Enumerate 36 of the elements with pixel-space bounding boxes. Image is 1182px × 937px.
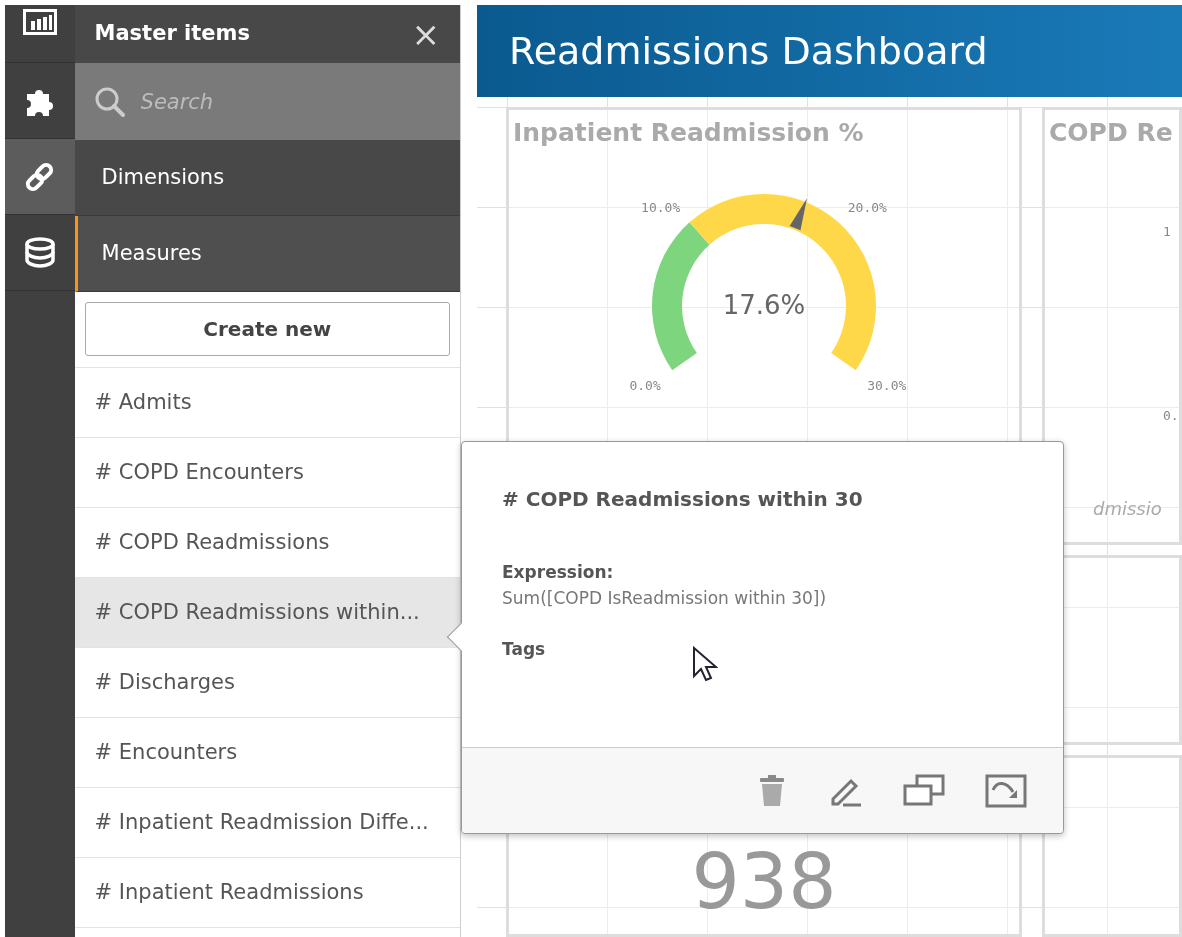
- axis-label: 1: [1163, 223, 1171, 241]
- chart-subtitle: dmissio: [1093, 497, 1162, 521]
- chart-title: Inpatient Readmission %: [512, 117, 865, 149]
- chart-icon: [22, 9, 57, 35]
- measure-item[interactable]: # Encounters: [74, 718, 460, 788]
- delete-button[interactable]: [757, 774, 787, 807]
- search-field[interactable]: Search: [74, 63, 460, 140]
- measure-item[interactable]: # COPD Readmissions within...: [74, 578, 460, 648]
- expression-text: Sum([COPD IsReadmission within 30]): [502, 586, 828, 610]
- measure-item[interactable]: # COPD Encounters: [74, 438, 460, 508]
- database-icon: [22, 235, 57, 270]
- section-tab[interactable]: Measures: [74, 216, 460, 292]
- duplicate-button[interactable]: [903, 773, 945, 808]
- measure-item[interactable]: # Discharges: [74, 648, 460, 718]
- gauge-tick-label: 30.0%: [867, 377, 907, 393]
- gauge-tick-label: 20.0%: [847, 199, 887, 215]
- cursor-icon: [692, 646, 718, 682]
- chart-title: COPD Re: [1048, 117, 1174, 149]
- measure-item[interactable]: # Inpatient Readmissions: [74, 858, 460, 928]
- gauge-tick-label: 10.0%: [641, 199, 681, 215]
- search-input[interactable]: Search: [138, 63, 442, 140]
- panel-title: Master items: [94, 20, 250, 48]
- close-button[interactable]: ×: [411, 17, 440, 51]
- tags-label: Tags: [502, 638, 547, 661]
- measure-item[interactable]: # Inpatient Readmission Diffe...: [74, 788, 460, 858]
- export-button[interactable]: [985, 773, 1027, 808]
- dashboard-title: Readmissions Dashboard: [477, 5, 1182, 97]
- kpi-value: 938: [691, 844, 837, 920]
- popover-title: # COPD Readmissions within 30: [502, 486, 864, 513]
- create-new-button[interactable]: Create new: [84, 302, 450, 356]
- gauge-tick-label: 0.0%: [629, 377, 661, 393]
- gauge-value: 17.6%: [722, 289, 806, 320]
- section-tab[interactable]: Dimensions: [74, 140, 460, 216]
- expression-label: Expression:: [502, 561, 615, 584]
- axis-label: 0.: [1163, 407, 1179, 425]
- measure-item[interactable]: # Admits: [74, 368, 460, 438]
